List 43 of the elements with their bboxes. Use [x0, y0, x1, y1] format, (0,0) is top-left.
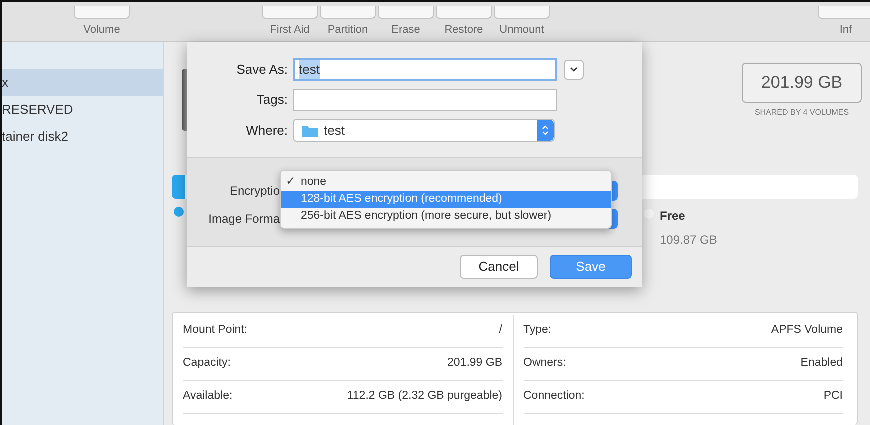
- menu-item[interactable]: 128-bit AES encryption (recommended): [281, 191, 611, 208]
- stepper-arrows-icon: [537, 120, 554, 141]
- info-label: Capacity:: [183, 356, 231, 372]
- info-value: /: [499, 323, 502, 338]
- info-value: 112.2 GB (2.32 GB purgeable): [347, 389, 502, 404]
- toolbar-button[interactable]: Volume: [74, 6, 130, 38]
- info-label: Mount Point:: [183, 323, 248, 338]
- legend-label: Free: [660, 208, 686, 225]
- toolbar-button[interactable]: Inf: [818, 6, 870, 38]
- field-label: Where:: [245, 122, 289, 140]
- toolbar-button[interactable]: Unmount: [494, 6, 550, 38]
- sidebar-item[interactable]: RESERVED: [2, 96, 163, 123]
- info-label: Available:: [183, 389, 233, 404]
- expand-button[interactable]: [564, 60, 584, 80]
- option-label: Encryptio: [228, 182, 280, 200]
- folder-icon: [302, 124, 318, 137]
- toolbar-button[interactable]: Erase: [378, 6, 434, 38]
- cancel-button[interactable]: Cancel: [460, 255, 538, 279]
- sidebar-item[interactable]: x: [2, 69, 163, 96]
- legend-value: 109.87 GB: [660, 232, 718, 249]
- shared-volumes-label: SHARED BY 4 VOLUMES: [754, 106, 850, 118]
- info-label: Owners:: [524, 356, 566, 372]
- menu-item[interactable]: 256-bit AES encryption (more secure, but slower): [281, 208, 611, 225]
- toolbar-button[interactable]: First Aid: [262, 6, 318, 38]
- filename-field[interactable]: test: [293, 58, 557, 81]
- capacity-value: 201.99 GB: [742, 63, 862, 102]
- chevron-down-icon: [570, 67, 578, 72]
- info-value: Enabled: [800, 356, 843, 372]
- toolbar-button[interactable]: Restore: [436, 6, 492, 38]
- toolbar-button[interactable]: Partition: [320, 6, 376, 38]
- tags-field[interactable]: [293, 89, 557, 111]
- location-popup[interactable]: test: [293, 119, 555, 142]
- option-label: Image Forma: [208, 210, 280, 228]
- info-label: Type:: [524, 323, 552, 338]
- info-value: APFS Volume: [771, 323, 843, 338]
- info-label: Connection:: [524, 389, 585, 404]
- menu-item[interactable]: ✓ none: [281, 174, 611, 191]
- info-value: 201.99 GB: [448, 356, 502, 372]
- field-label: Save As:: [236, 60, 289, 79]
- sidebar-item[interactable]: tainer disk2: [2, 123, 163, 150]
- field-label: Tags:: [256, 91, 289, 110]
- info-value: PCI: [824, 389, 843, 404]
- save-button[interactable]: Save: [550, 255, 632, 279]
